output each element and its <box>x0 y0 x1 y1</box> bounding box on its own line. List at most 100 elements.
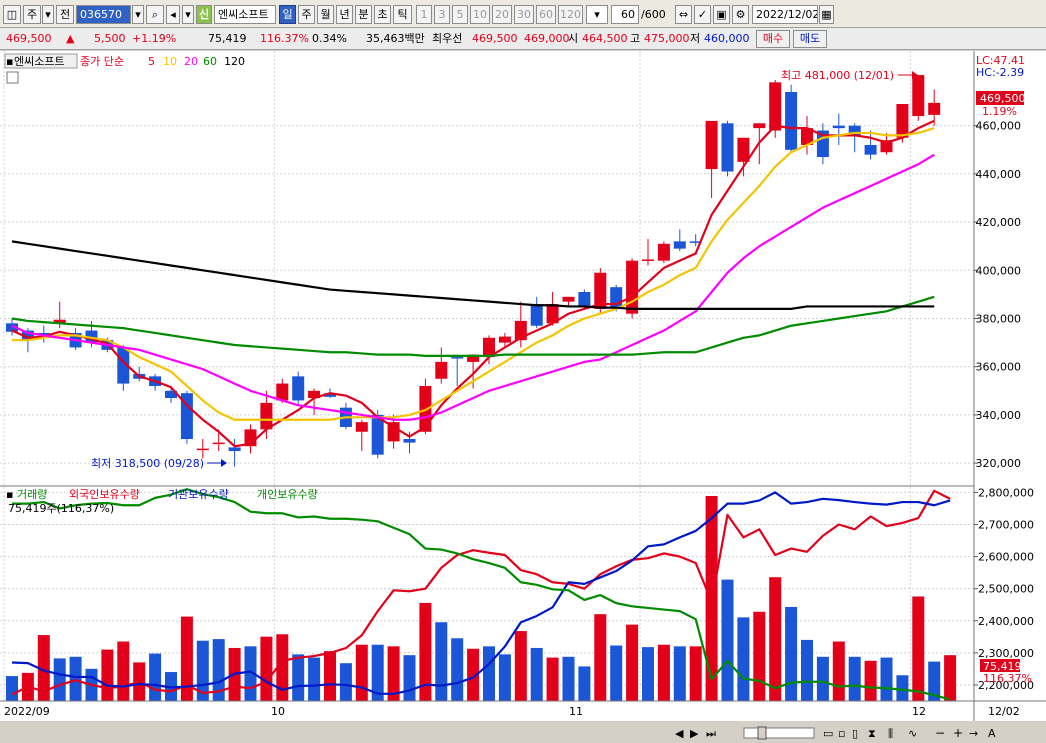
candle-body <box>403 439 416 443</box>
prev-button[interactable]: 전 <box>56 5 74 24</box>
candle-body <box>769 82 782 131</box>
scroll-slider[interactable] <box>743 727 815 739</box>
tab-tick[interactable]: 틱 <box>393 5 412 24</box>
tab-yearly[interactable]: 년 <box>336 5 353 24</box>
line-type-icon[interactable]: ∿ <box>908 727 917 740</box>
calendar-icon[interactable]: ▦ <box>819 5 834 24</box>
interval-10[interactable]: 10 <box>470 5 490 24</box>
candle-body <box>355 422 368 432</box>
credit-badge: 신 <box>196 5 212 24</box>
tab-daily[interactable]: 일 <box>279 5 296 24</box>
candle-body <box>451 357 464 359</box>
volume-bar <box>339 663 352 701</box>
settings-bar-icon[interactable]: ⫼ <box>888 727 893 740</box>
chevron-down-icon[interactable]: ▾ <box>42 5 54 24</box>
bar-type-icon[interactable]: ⧗ <box>868 727 876 740</box>
interval-custom-select[interactable]: ▾ <box>586 5 608 24</box>
expand-icon[interactable]: ⇔ <box>675 5 692 24</box>
gear-icon[interactable]: ⚙ <box>732 5 749 24</box>
tab-monthly[interactable]: 월 <box>317 5 334 24</box>
zoom-out-icon[interactable]: − <box>935 726 945 740</box>
zoom-box-icon[interactable]: ▭ <box>823 727 833 740</box>
period-code-select[interactable]: 주 <box>23 5 41 24</box>
candle-body <box>928 102 941 115</box>
price-tick-label: 440,000 <box>976 168 1022 181</box>
candle-body <box>642 259 654 261</box>
volume-bar <box>673 646 686 701</box>
tab-weekly[interactable]: 주 <box>298 5 315 24</box>
up-arrow-icon: ▲ <box>66 32 75 45</box>
layout-icon[interactable]: ◫ <box>3 5 21 24</box>
interval-3[interactable]: 3 <box>434 5 450 24</box>
interval-5[interactable]: 5 <box>452 5 468 24</box>
volume-bar <box>355 644 368 701</box>
chart-svg[interactable]: 460,000 440,000 420,000 400,000 380,000 360,0… <box>0 51 1046 743</box>
interval-30[interactable]: 30 <box>514 5 534 24</box>
tab-minute[interactable]: 분 <box>355 5 372 24</box>
volume-summary: 75,419주(116,37%) <box>8 502 114 515</box>
candle-body <box>276 383 289 401</box>
volume-bar <box>435 622 448 701</box>
high-price: 475,000 <box>644 32 690 45</box>
candle-body <box>657 243 670 261</box>
candle-body <box>196 448 209 451</box>
volume-bar <box>832 641 845 701</box>
volume-bar <box>769 577 782 701</box>
candle-body <box>578 291 591 307</box>
chevron-down-icon[interactable]: ▾ <box>182 5 194 24</box>
count-input[interactable]: 60 <box>611 5 639 24</box>
x-tick-label: 10 <box>271 705 285 718</box>
x-tick-label: 12/02 <box>988 705 1020 718</box>
legend-foreign: 외국인보유수량 <box>69 488 140 501</box>
turnover-rate: 0.34% <box>312 32 347 45</box>
chart-area[interactable]: 460,000 440,000 420,000 400,000 380,000 360,0… <box>0 51 1046 743</box>
save-icon[interactable]: ▣ <box>713 5 730 24</box>
scroll-right-icon[interactable]: ▶ <box>690 727 699 740</box>
volume-bar <box>610 645 623 701</box>
speaker-icon[interactable]: ◂ <box>166 5 180 24</box>
candle-body <box>435 361 448 379</box>
interval-60[interactable]: 60 <box>536 5 556 24</box>
zoom-in-icon[interactable]: + <box>953 726 963 740</box>
x-tick-label: 12 <box>912 705 926 718</box>
grid-toggle-icon[interactable] <box>6 71 19 84</box>
volume-bar <box>657 644 670 701</box>
candle-body <box>864 144 877 155</box>
scroll-left-icon[interactable]: ◀ <box>675 727 684 740</box>
scroll-thumb[interactable] <box>757 726 767 740</box>
scroll-end-icon[interactable]: ⏭ <box>706 727 716 740</box>
best-ask: 469,500 <box>472 32 518 45</box>
buy-button[interactable]: 매수 <box>756 30 790 48</box>
interval-1[interactable]: 1 <box>416 5 432 24</box>
lower-legend-dots: ▪ <box>6 488 13 501</box>
candle-body <box>228 447 241 452</box>
arrow-icon[interactable]: → <box>969 727 978 740</box>
toolbar: ◫ 주 ▾ 전 036570 ▾ ⌕ ◂ ▾ 신 엔씨소프트 일 주 월 년 분… <box>0 0 1046 28</box>
ma-legend-60: 60 <box>203 55 217 68</box>
volume-bar <box>180 616 193 701</box>
price-tick-label: 380,000 <box>976 313 1022 326</box>
stock-code-input[interactable]: 036570 <box>76 5 131 24</box>
tab-second[interactable]: 초 <box>374 5 391 24</box>
candle-body <box>260 402 273 430</box>
best-bid: 469,000 <box>524 32 570 45</box>
legend-individual: 개인보유수량 <box>257 488 318 501</box>
price-change-pct: +1.19% <box>132 32 177 45</box>
ma-legend-dots: ▪ <box>6 55 13 68</box>
volume-bar <box>578 666 591 701</box>
sell-button[interactable]: 매도 <box>793 30 827 48</box>
volume-bar <box>594 614 607 701</box>
candle-type-icon[interactable]: ▯ <box>852 727 858 740</box>
best-label: 최우선 <box>432 32 463 45</box>
volume-bar <box>642 647 654 701</box>
zoom-fit-icon[interactable]: ▫ <box>838 727 845 740</box>
search-icon[interactable]: ⌕ <box>146 5 164 24</box>
draw-tool-icon[interactable]: ✓ <box>694 5 711 24</box>
interval-120[interactable]: 120 <box>558 5 583 24</box>
auto-scale-icon[interactable]: A <box>988 727 996 740</box>
chevron-down-icon[interactable]: ▾ <box>132 5 144 24</box>
volume-bar <box>880 657 893 701</box>
interval-20[interactable]: 20 <box>492 5 512 24</box>
hc-indicator: HC:-2.39 <box>976 66 1024 79</box>
date-input[interactable]: 2022/12/02 <box>752 5 818 24</box>
